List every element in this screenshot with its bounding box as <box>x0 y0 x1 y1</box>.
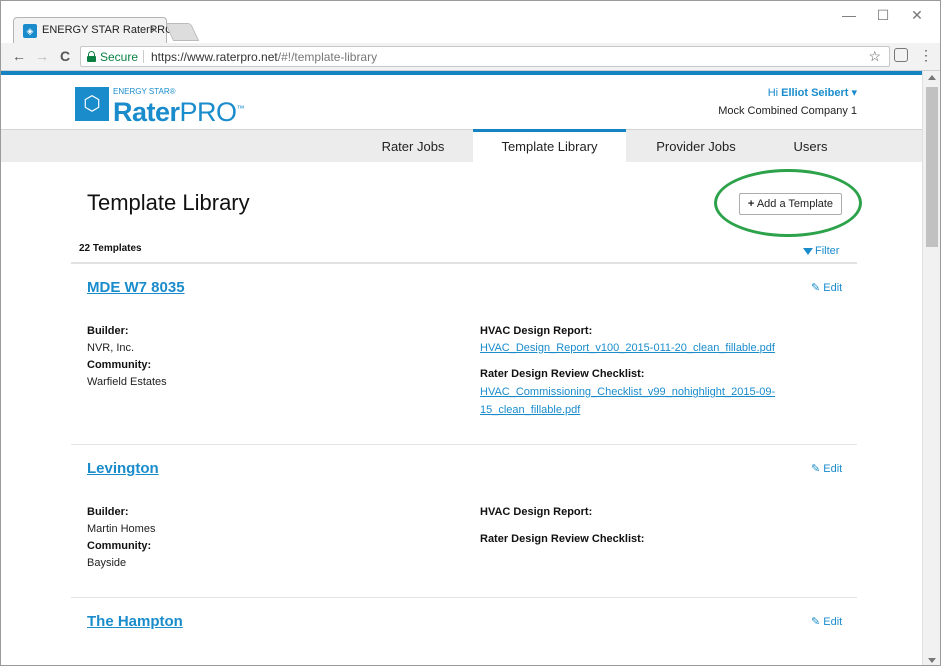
energy-star-box-icon: ⬡ <box>75 87 109 121</box>
reload-icon[interactable]: C <box>56 47 74 65</box>
hvac-report-label: HVAC Design Report: <box>480 325 593 337</box>
template-name-link[interactable]: The Hampton <box>87 613 183 630</box>
main-content: Template Library + Add a Template 22 Tem… <box>71 162 862 665</box>
checklist-label: Rater Design Review Checklist: <box>480 368 645 380</box>
builder-label: Builder: <box>87 325 129 337</box>
tab-strip: ◈ ENERGY STAR RaterPRO × — ☐ ✕ <box>1 1 940 43</box>
template-card: The Hampton ✎ Edit <box>71 598 857 665</box>
pencil-icon: ✎ <box>811 463 821 475</box>
edit-button[interactable]: ✎ Edit <box>811 281 842 294</box>
add-template-label: Add a Template <box>756 198 834 210</box>
hvac-report-link[interactable]: HVAC_Design_Report_v100_2015-011-20_clea… <box>480 342 775 354</box>
back-icon[interactable]: ← <box>10 47 28 65</box>
main-nav: Rater Jobs Template Library Provider Job… <box>1 129 922 163</box>
nav-provider-jobs[interactable]: Provider Jobs <box>637 130 755 163</box>
scroll-down-icon[interactable] <box>928 658 936 663</box>
tab-close-icon[interactable]: × <box>150 22 158 38</box>
browser-toolbar: ← → C Secure https://www.raterpro.net/#!… <box>1 43 940 71</box>
pencil-icon: ✎ <box>811 282 821 294</box>
company-name: Mock Combined Company 1 <box>718 105 857 117</box>
template-name-link[interactable]: MDE W7 8035 <box>87 279 185 296</box>
filter-label: Filter <box>815 245 840 257</box>
secure-label: Secure <box>100 50 139 64</box>
checklist-link-line1[interactable]: HVAC_Commissioning_Checklist_v99_nohighl… <box>480 386 775 398</box>
greeting-prefix: Hi <box>767 87 779 99</box>
browser-tab[interactable]: ◈ ENERGY STAR RaterPRO × <box>13 17 174 43</box>
add-template-button[interactable]: + Add a Template <box>739 193 842 215</box>
logo-wordmark: RaterPRO™ <box>113 97 245 127</box>
address-divider <box>143 50 144 63</box>
builder-value: Martin Homes <box>87 523 156 535</box>
edit-label: Edit <box>823 282 843 294</box>
edit-button[interactable]: ✎ Edit <box>811 462 842 475</box>
url-text: https://www.raterpro.net/#!/template-lib… <box>151 50 377 64</box>
checklist-label: Rater Design Review Checklist: <box>480 533 645 545</box>
edit-label: Edit <box>823 616 843 628</box>
bookmark-star-icon[interactable]: ☆ <box>868 48 881 65</box>
template-card: MDE W7 8035 ✎ Edit Builder: NVR, Inc. Co… <box>71 264 857 445</box>
raterpro-favicon-icon: ◈ <box>23 24 37 38</box>
page-scrollbar[interactable] <box>922 71 940 665</box>
user-menu[interactable]: Hi Elliot Seibert ▾ <box>768 86 857 99</box>
new-tab-button[interactable] <box>164 23 200 41</box>
builder-value: NVR, Inc. <box>87 342 135 354</box>
window-close-icon[interactable]: ✕ <box>907 7 927 24</box>
lock-icon <box>87 51 96 62</box>
nav-users[interactable]: Users <box>773 130 848 163</box>
plus-icon: + <box>747 198 755 210</box>
site-header: ⬡ ENERGY STAR® RaterPRO™ Hi Elliot Seibe… <box>1 75 922 129</box>
address-bar[interactable]: Secure https://www.raterpro.net/#!/templ… <box>80 46 890 67</box>
nav-template-library[interactable]: Template Library <box>473 129 626 163</box>
community-value: Bayside <box>87 557 127 569</box>
scroll-up-icon[interactable] <box>928 75 936 80</box>
browser-window: ◈ ENERGY STAR RaterPRO × — ☐ ✕ ← → C Sec… <box>0 0 941 666</box>
filter-funnel-icon <box>803 248 813 255</box>
community-value: Warfield Estates <box>87 376 167 388</box>
filter-button[interactable]: Filter <box>803 245 839 257</box>
page-title: Template Library <box>87 190 250 215</box>
template-name-link[interactable]: Levington <box>87 460 159 477</box>
community-label: Community: <box>87 359 152 371</box>
hvac-report-label: HVAC Design Report: <box>480 506 593 518</box>
template-count: 22 Templates <box>79 243 142 254</box>
browser-menu-icon[interactable]: ⋮ <box>919 47 933 64</box>
builder-label: Builder: <box>87 506 129 518</box>
nav-rater-jobs[interactable]: Rater Jobs <box>363 130 463 163</box>
caret-down-icon: ▾ <box>851 87 857 99</box>
user-name: Elliot Seibert <box>781 87 849 99</box>
forward-icon[interactable]: → <box>33 47 51 65</box>
checklist-link-line2[interactable]: 15_clean_fillable.pdf <box>480 404 580 416</box>
template-card: Levington ✎ Edit Builder: Martin Homes C… <box>71 445 857 598</box>
pencil-icon: ✎ <box>811 616 821 628</box>
page-viewport: ⬡ ENERGY STAR® RaterPRO™ Hi Elliot Seibe… <box>1 71 922 665</box>
url-path: /#!/template-library <box>277 50 378 64</box>
minimize-icon[interactable]: — <box>839 7 859 23</box>
scroll-thumb[interactable] <box>926 87 938 247</box>
url-host: https://www.raterpro.net <box>151 50 278 64</box>
edit-label: Edit <box>823 463 843 475</box>
maximize-icon[interactable]: ☐ <box>873 7 893 24</box>
edit-button[interactable]: ✎ Edit <box>811 615 842 628</box>
community-label: Community: <box>87 540 152 552</box>
extension-icon[interactable] <box>894 48 908 62</box>
